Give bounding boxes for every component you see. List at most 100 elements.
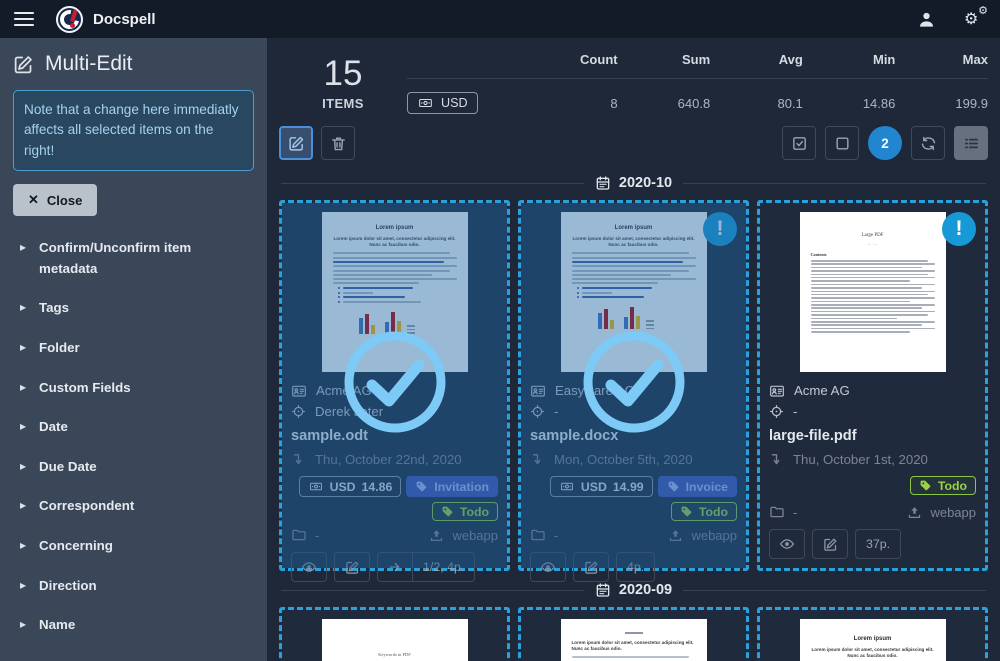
caret-right-icon: ▸: [20, 238, 26, 257]
caret-right-icon: ▸: [20, 496, 26, 515]
top-navbar: Docspell ⚙⚙: [0, 0, 1000, 38]
item-card[interactable]: Lorem ipsum dolor sit amet, consectetur …: [518, 607, 749, 661]
concerning-name: -: [793, 404, 797, 419]
sidebar-item-tags[interactable]: ▸Tags: [20, 298, 254, 319]
sidebar-item-concerning[interactable]: ▸Concerning: [20, 536, 254, 557]
check-square-icon: [791, 135, 808, 152]
folder-icon: [769, 504, 785, 520]
square-icon: [834, 135, 851, 152]
caret-right-icon: ▸: [20, 338, 26, 357]
edit-icon: [288, 135, 305, 152]
items-count-number: 15: [279, 56, 407, 91]
folder-value: -: [793, 505, 797, 520]
amount-stats-table: Count Sum Avg Min Max USD 8: [407, 52, 988, 114]
calendar-icon: [595, 175, 611, 191]
edit-item-button[interactable]: [812, 529, 848, 559]
document-preview: Lorem ipsum Lorem ipsum dolor sit amet, …: [769, 619, 976, 661]
edit-icon: [13, 54, 34, 75]
select-none-button[interactable]: [825, 126, 859, 160]
tag-badge-todo: Todo: [910, 476, 976, 495]
items-count-label: ITEMS: [279, 96, 407, 111]
invert-selection-button[interactable]: [911, 126, 945, 160]
month-label: 2020-10: [619, 175, 672, 191]
user-icon[interactable]: [917, 10, 936, 29]
stats-value-max: 199.9: [895, 96, 988, 111]
concerning-icon: [769, 404, 784, 419]
multi-edit-note: Note that a change here immediatly affec…: [13, 90, 254, 171]
item-card[interactable]: Keywords in PDF ···: [279, 607, 510, 661]
sidebar-item-folder[interactable]: ▸Folder: [20, 338, 254, 359]
item-cards-row: Lorem ipsum Lorem ipsum dolor sit amet, …: [279, 200, 988, 571]
sidebar-item-name[interactable]: ▸Name: [20, 615, 254, 636]
close-button[interactable]: ✕ Close: [13, 184, 97, 216]
caret-right-icon: ▸: [20, 615, 26, 634]
selection-toolbar: 2: [279, 126, 988, 160]
close-icon: ✕: [28, 192, 39, 208]
item-date-icon: [769, 452, 784, 467]
sidebar-item-correspondent[interactable]: ▸Correspondent: [20, 496, 254, 517]
selected-count-badge: 2: [868, 126, 902, 160]
settings-gears-icon[interactable]: ⚙⚙: [964, 9, 986, 29]
item-cards-row: Keywords in PDF ··· Lorem ipsum dolor si…: [279, 607, 988, 661]
hamburger-menu-icon[interactable]: [14, 12, 34, 27]
money-bill-icon: [417, 96, 434, 110]
warning-exclamation-icon: !: [942, 212, 976, 246]
stats-col-min: Min: [803, 52, 896, 67]
caret-right-icon: ▸: [20, 576, 26, 595]
stats-col-count: Count: [525, 52, 618, 67]
sidebar-title: Multi-Edit: [45, 52, 133, 76]
attachment-pages[interactable]: 37p.: [855, 529, 901, 559]
sidebar-item-custom-fields[interactable]: ▸Custom Fields: [20, 378, 254, 399]
selected-check-icon: [578, 326, 690, 438]
item-card[interactable]: Lorem ipsum Lorem ipsum dolor sit amet, …: [757, 607, 988, 661]
list-icon: [963, 135, 980, 152]
stats-value-count: 8: [525, 96, 618, 111]
stats-value-min: 14.86: [803, 96, 896, 111]
preview-item-button[interactable]: [769, 529, 805, 559]
delete-selected-button[interactable]: [321, 126, 355, 160]
sync-icon: [920, 135, 937, 152]
source-value: webapp: [930, 505, 976, 520]
document-preview: Keywords in PDF ···: [291, 619, 498, 661]
caret-right-icon: ▸: [20, 457, 26, 476]
item-list-main: 15 ITEMS Count Sum Avg Min Max: [267, 38, 1000, 661]
eye-icon: [779, 536, 795, 552]
tag-icon: [919, 479, 932, 492]
stats-col-avg: Avg: [710, 52, 803, 67]
sidebar-item-direction[interactable]: ▸Direction: [20, 576, 254, 597]
item-card-large-file-pdf[interactable]: ! Large PDF — · — Contents: [757, 200, 988, 571]
multi-edit-sidebar: Multi-Edit Note that a change here immed…: [0, 38, 267, 661]
multi-edit-menu: ▸Confirm/Unconfirm item metadata ▸Tags ▸…: [13, 238, 254, 636]
select-all-button[interactable]: [782, 126, 816, 160]
month-header: 2020-10: [281, 175, 986, 191]
sidebar-item-date[interactable]: ▸Date: [20, 417, 254, 438]
item-name: large-file.pdf: [769, 428, 976, 444]
correspondent-name: Acme AG: [794, 383, 850, 398]
sidebar-item-confirm-metadata[interactable]: ▸Confirm/Unconfirm item metadata: [20, 238, 254, 279]
currency-badge: USD: [407, 92, 478, 114]
docspell-app: Docspell ⚙⚙ Multi-Edit Note that a chang…: [0, 0, 1000, 661]
month-header: 2020-09: [281, 582, 986, 598]
list-view-button[interactable]: [954, 126, 988, 160]
selected-check-icon: [339, 326, 451, 438]
correspondent-icon: [769, 383, 785, 399]
item-card-sample-odt[interactable]: Lorem ipsum Lorem ipsum dolor sit amet, …: [279, 200, 510, 571]
edit-selected-button[interactable]: [279, 126, 313, 160]
document-preview: Lorem ipsum dolor sit amet, consectetur …: [530, 619, 737, 661]
stats-col-sum: Sum: [618, 52, 711, 67]
trash-icon: [330, 135, 347, 152]
stats-value-sum: 640.8: [618, 96, 711, 111]
sidebar-item-due-date[interactable]: ▸Due Date: [20, 457, 254, 478]
search-stats: 15 ITEMS Count Sum Avg Min Max: [279, 44, 988, 114]
month-label: 2020-09: [619, 582, 672, 598]
app-title: Docspell: [93, 11, 156, 28]
edit-icon: [823, 537, 838, 552]
caret-right-icon: ▸: [20, 378, 26, 397]
docspell-logo: [56, 6, 83, 33]
item-date: Thu, October 1st, 2020: [793, 452, 928, 467]
item-card-sample-docx[interactable]: ! Lorem ipsum Lorem ipsum dolor sit amet…: [518, 200, 749, 571]
stats-col-max: Max: [895, 52, 988, 67]
calendar-icon: [595, 582, 611, 598]
caret-right-icon: ▸: [20, 536, 26, 555]
upload-icon: [907, 505, 922, 520]
